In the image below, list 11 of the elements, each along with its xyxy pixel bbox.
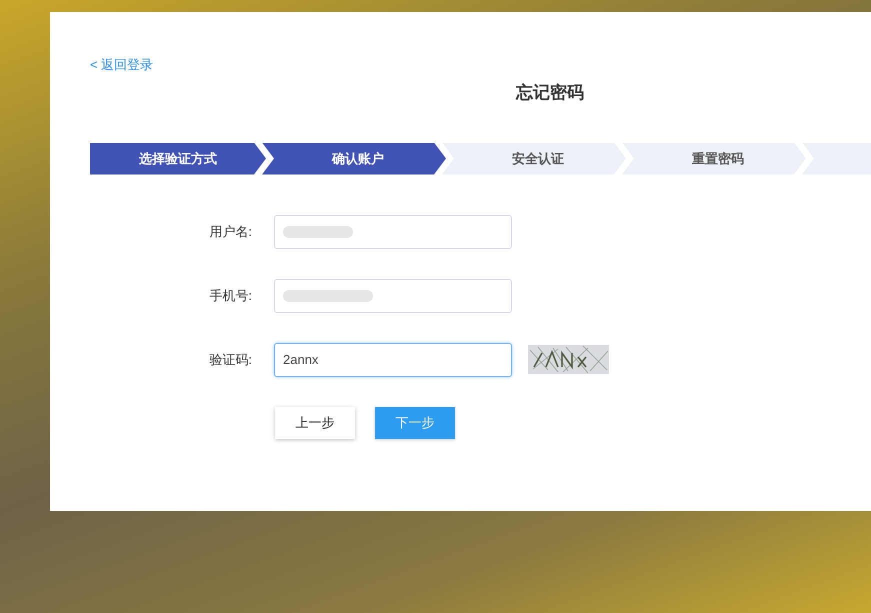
redaction-block xyxy=(283,226,353,238)
field-label: 手机号: xyxy=(208,286,253,305)
input-field[interactable] xyxy=(274,278,512,312)
input-value: 2annx xyxy=(283,350,318,369)
previous-button[interactable]: 上一步 xyxy=(275,406,355,438)
input-field[interactable]: 2annx xyxy=(274,342,512,376)
input-field[interactable] xyxy=(274,214,512,248)
field-label: 验证码: xyxy=(208,350,253,369)
page-title: 忘记密码 xyxy=(516,82,584,104)
field-label: 用户名: xyxy=(208,222,253,241)
captcha-image[interactable] xyxy=(528,345,609,374)
